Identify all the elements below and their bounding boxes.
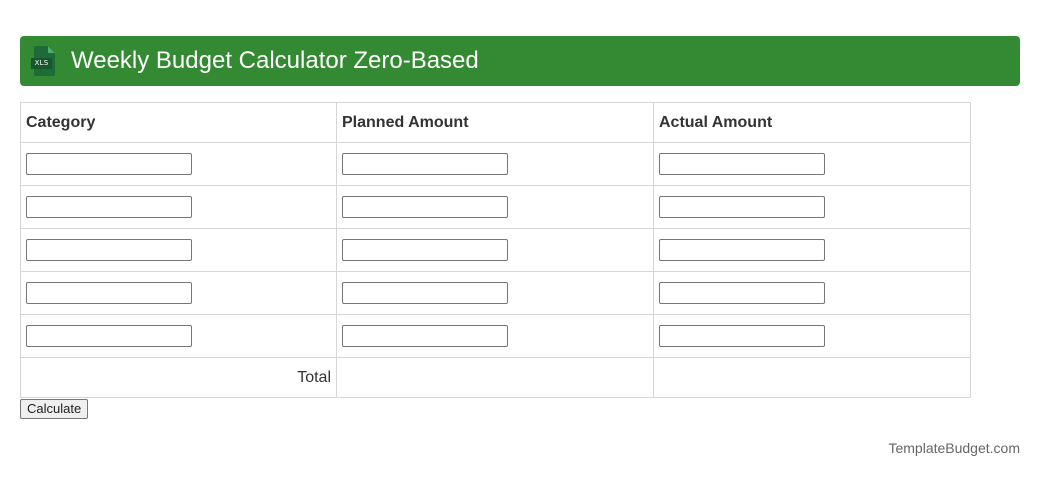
- table-row: [20, 142, 971, 186]
- footer-credit: TemplateBudget.com: [888, 440, 1020, 456]
- page-title: Weekly Budget Calculator Zero-Based: [71, 47, 479, 74]
- category-input[interactable]: [26, 282, 192, 304]
- total-actual-amount: [653, 357, 971, 398]
- actual-amount-input[interactable]: [659, 196, 825, 218]
- planned-amount-input[interactable]: [342, 239, 508, 261]
- planned-amount-input[interactable]: [342, 325, 508, 347]
- planned-amount-input[interactable]: [342, 282, 508, 304]
- budget-table: Category Planned Amount Actual Amount To…: [20, 102, 971, 398]
- category-input[interactable]: [26, 325, 192, 347]
- table-row: [20, 185, 971, 229]
- total-label: Total: [20, 357, 337, 398]
- actual-amount-input[interactable]: [659, 239, 825, 261]
- column-header-planned-amount: Planned Amount: [336, 102, 654, 143]
- table-row: [20, 271, 971, 315]
- column-header-actual-amount: Actual Amount: [653, 102, 971, 143]
- actual-amount-input[interactable]: [659, 282, 825, 304]
- table-row: [20, 314, 971, 358]
- actual-amount-input[interactable]: [659, 153, 825, 175]
- calculate-button[interactable]: Calculate: [20, 399, 89, 419]
- planned-amount-input[interactable]: [342, 153, 508, 175]
- xls-file-icon: XLS: [31, 46, 55, 76]
- table-row: [20, 228, 971, 272]
- category-input[interactable]: [26, 153, 192, 175]
- column-header-category: Category: [20, 102, 337, 143]
- table-header-row: Category Planned Amount Actual Amount: [20, 102, 971, 143]
- total-row: Total: [20, 357, 971, 398]
- actual-amount-input[interactable]: [659, 325, 825, 347]
- planned-amount-input[interactable]: [342, 196, 508, 218]
- category-input[interactable]: [26, 196, 192, 218]
- header-bar: XLS Weekly Budget Calculator Zero-Based: [20, 36, 1020, 86]
- total-planned-amount: [336, 357, 654, 398]
- category-input[interactable]: [26, 239, 192, 261]
